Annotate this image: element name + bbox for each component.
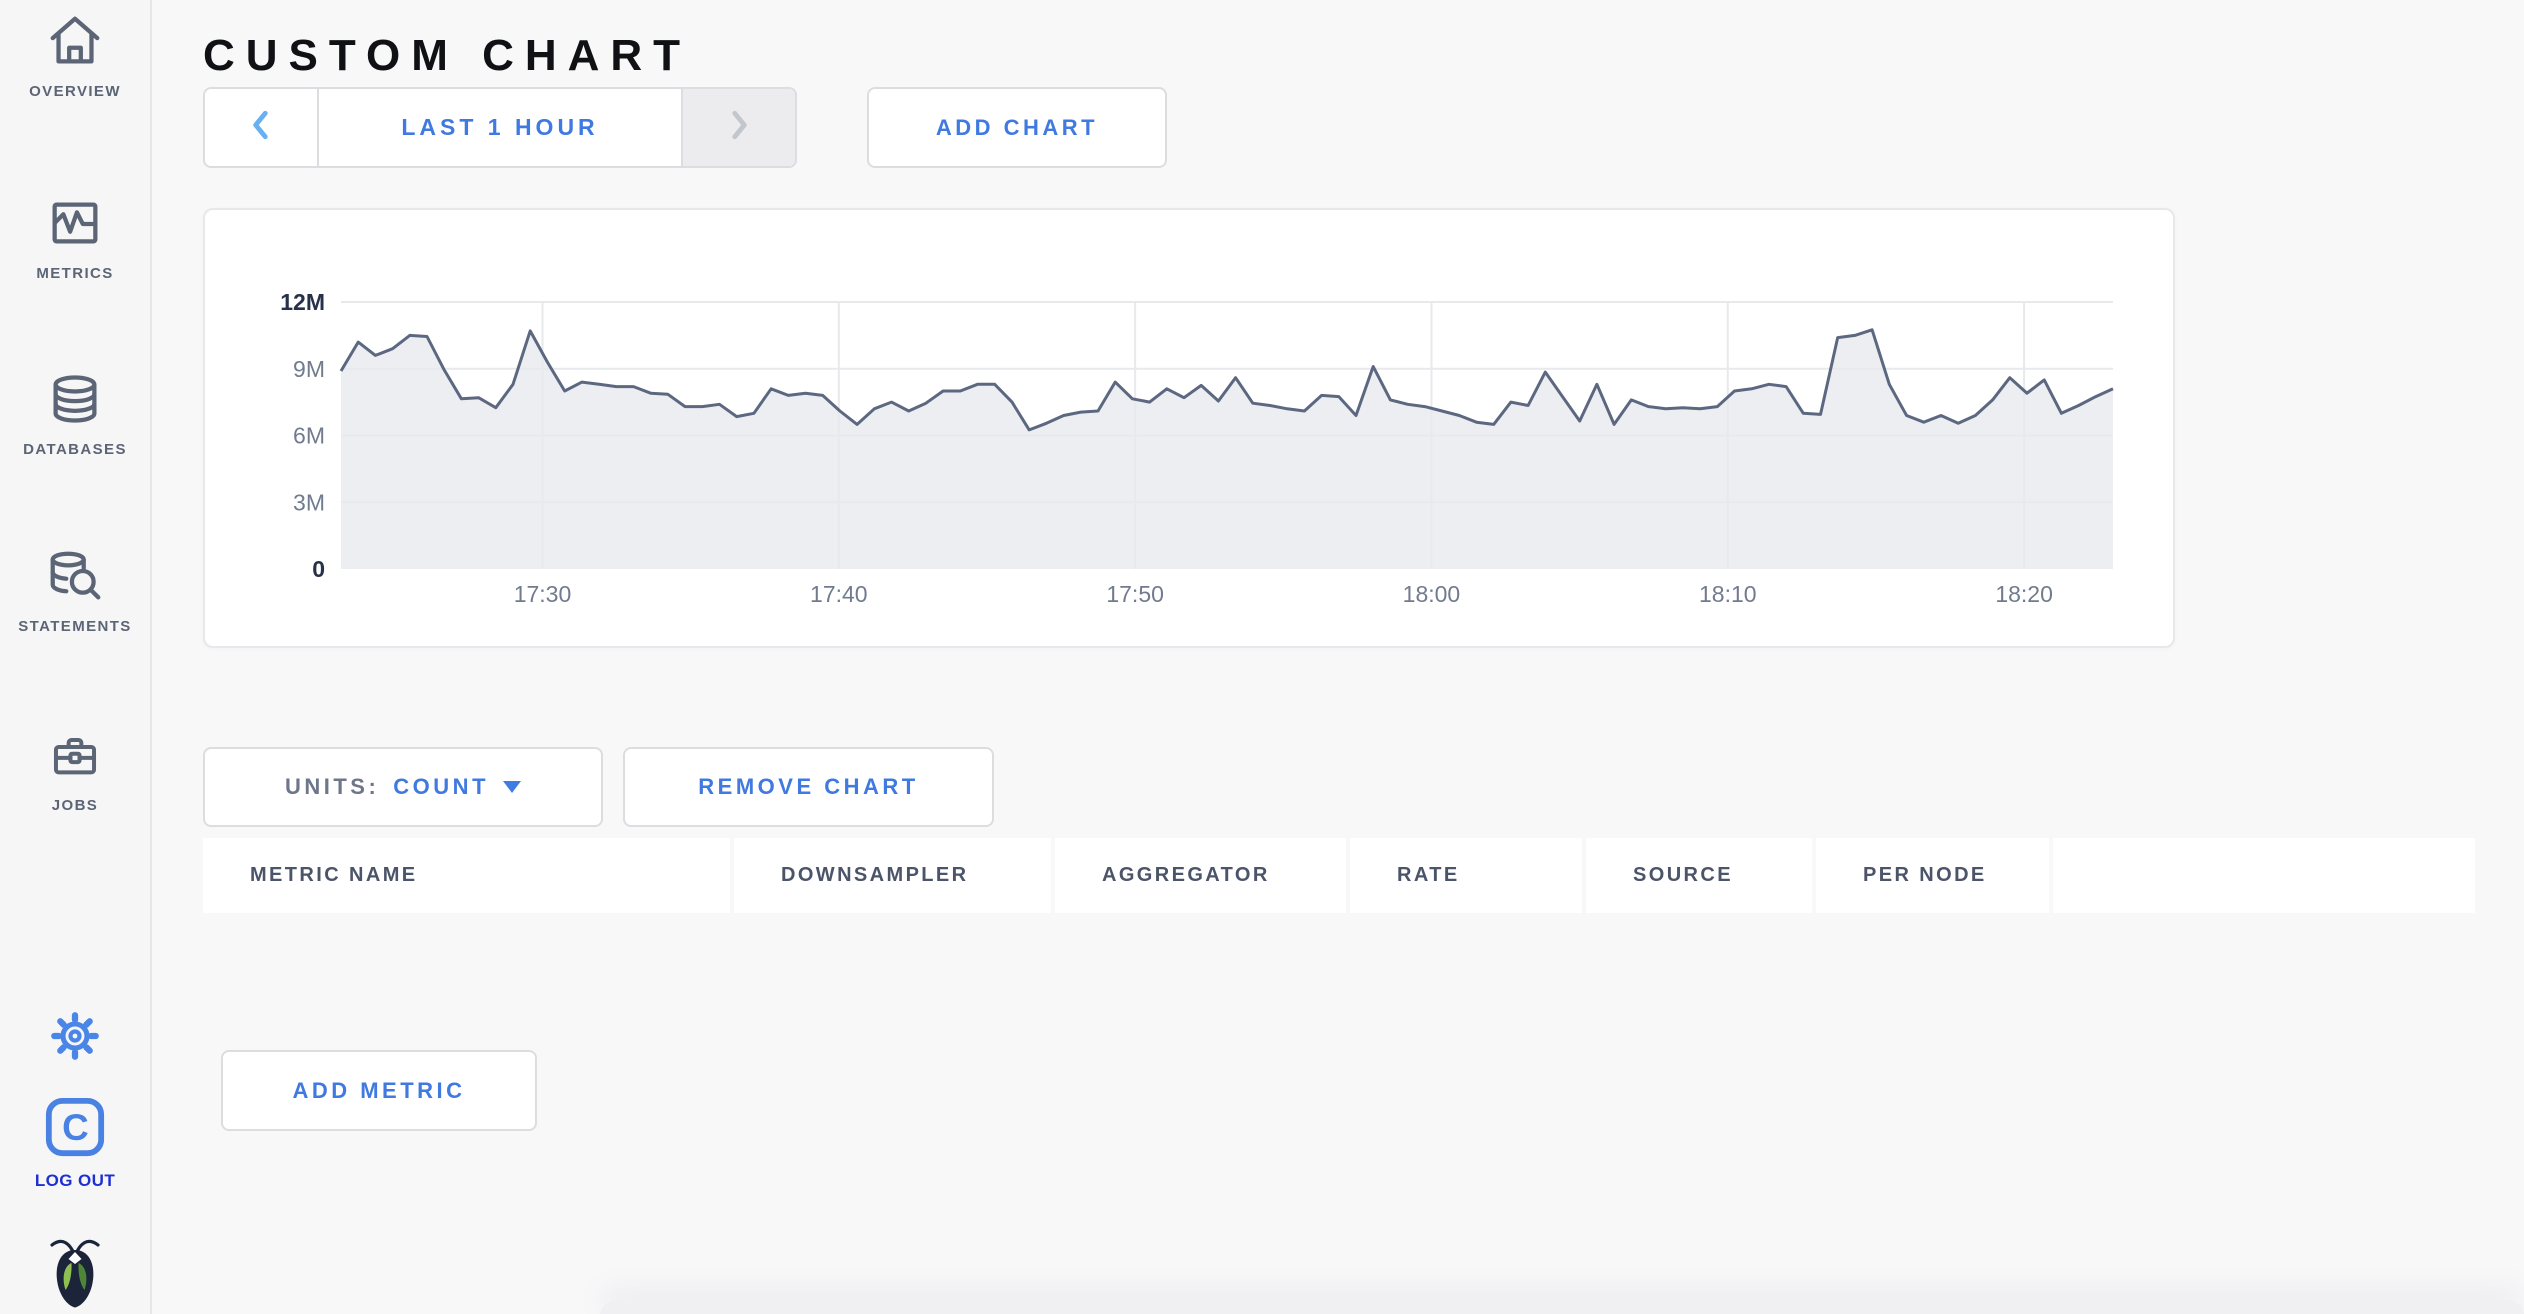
sidebar-item-statements[interactable]: STATEMENTS: [0, 545, 150, 635]
logout-button[interactable]: C LOG OUT: [0, 1096, 150, 1191]
column-header-aggregator: AGGREGATOR: [1055, 838, 1346, 913]
remove-chart-button[interactable]: REMOVE CHART: [623, 747, 994, 827]
column-header-source: SOURCE: [1586, 838, 1812, 913]
sidebar: OVERVIEW METRICS DATABASES STATEMENTS JO…: [0, 0, 152, 1314]
sidebar-item-label: OVERVIEW: [29, 83, 121, 100]
home-icon: [43, 10, 107, 72]
chevron-down-icon: [503, 781, 522, 793]
svg-text:17:40: 17:40: [810, 581, 868, 607]
svg-text:0: 0: [312, 556, 325, 582]
settings-button[interactable]: [0, 1012, 150, 1065]
sidebar-item-label: JOBS: [51, 797, 99, 814]
svg-text:18:20: 18:20: [1995, 581, 2053, 607]
sidebar-item-label: DATABASES: [23, 441, 127, 458]
page-title: CUSTOM CHART: [203, 31, 692, 81]
units-prefix-label: UNITS:: [284, 774, 380, 799]
timeseries-chart[interactable]: 0 3M 6M 9M 12M 17:30 17:40 17:50 18:00 18:10 18:20: [205, 210, 2173, 646]
gear-icon: [51, 1012, 99, 1065]
time-range-prev-button[interactable]: [205, 89, 319, 166]
chevron-left-icon: [250, 109, 272, 146]
sidebar-item-label: STATEMENTS: [18, 618, 132, 635]
custom-chart-card[interactable]: 0 3M 6M 9M 12M 17:30 17:40 17:50 18:00 18:10 18:20: [203, 208, 2175, 648]
svg-text:9M: 9M: [293, 356, 325, 382]
column-header-per-node: PER NODE: [1816, 838, 2049, 913]
column-header-actions: [2053, 838, 2475, 913]
column-header-metric-name: METRIC NAME: [203, 838, 730, 913]
svg-text:18:00: 18:00: [1403, 581, 1461, 607]
sidebar-item-overview[interactable]: OVERVIEW: [0, 10, 150, 100]
time-range-next-button[interactable]: [681, 89, 795, 166]
cockroach-bug-logo[interactable]: [0, 1235, 150, 1309]
column-header-downsampler: DOWNSAMPLER: [734, 838, 1051, 913]
metrics-table-header: METRIC NAME DOWNSAMPLER AGGREGATOR RATE …: [203, 838, 2475, 913]
svg-text:17:30: 17:30: [514, 581, 572, 607]
table-row: round-trip-latency-p50 ✕ AVG SUM Normal …: [0, 913, 2524, 1011]
sidebar-item-label: METRICS: [36, 265, 114, 282]
svg-text:17:50: 17:50: [1106, 581, 1164, 607]
units-dropdown[interactable]: UNITS: COUNT: [203, 747, 603, 827]
svg-text:6M: 6M: [293, 423, 325, 449]
add-metric-button[interactable]: ADD METRIC: [221, 1050, 537, 1131]
custom-chart-page: OVERVIEW METRICS DATABASES STATEMENTS JO…: [0, 0, 2524, 1314]
database-icon: [43, 368, 107, 430]
svg-text:12M: 12M: [280, 289, 325, 315]
add-chart-button[interactable]: ADD CHART: [867, 87, 1167, 168]
sidebar-item-jobs[interactable]: JOBS: [0, 728, 150, 814]
database-search-icon: [43, 545, 107, 607]
next-chart-card-edge: [600, 1300, 2524, 1314]
sidebar-item-databases[interactable]: DATABASES: [0, 368, 150, 458]
chevron-right-icon: [728, 109, 750, 146]
sidebar-item-metrics[interactable]: METRICS: [0, 192, 150, 282]
svg-text:18:10: 18:10: [1699, 581, 1757, 607]
logout-label: LOG OUT: [34, 1171, 116, 1190]
time-range-selector: LAST 1 HOUR: [203, 87, 797, 168]
briefcase-icon: [45, 728, 105, 786]
metrics-graph-icon: [43, 192, 107, 254]
svg-text:C: C: [62, 1107, 89, 1148]
svg-text:3M: 3M: [293, 489, 325, 515]
units-value: COUNT: [393, 774, 490, 799]
time-range-dropdown[interactable]: LAST 1 HOUR: [319, 89, 681, 166]
cockroach-c-icon: C: [44, 1096, 106, 1163]
column-header-rate: RATE: [1350, 838, 1582, 913]
